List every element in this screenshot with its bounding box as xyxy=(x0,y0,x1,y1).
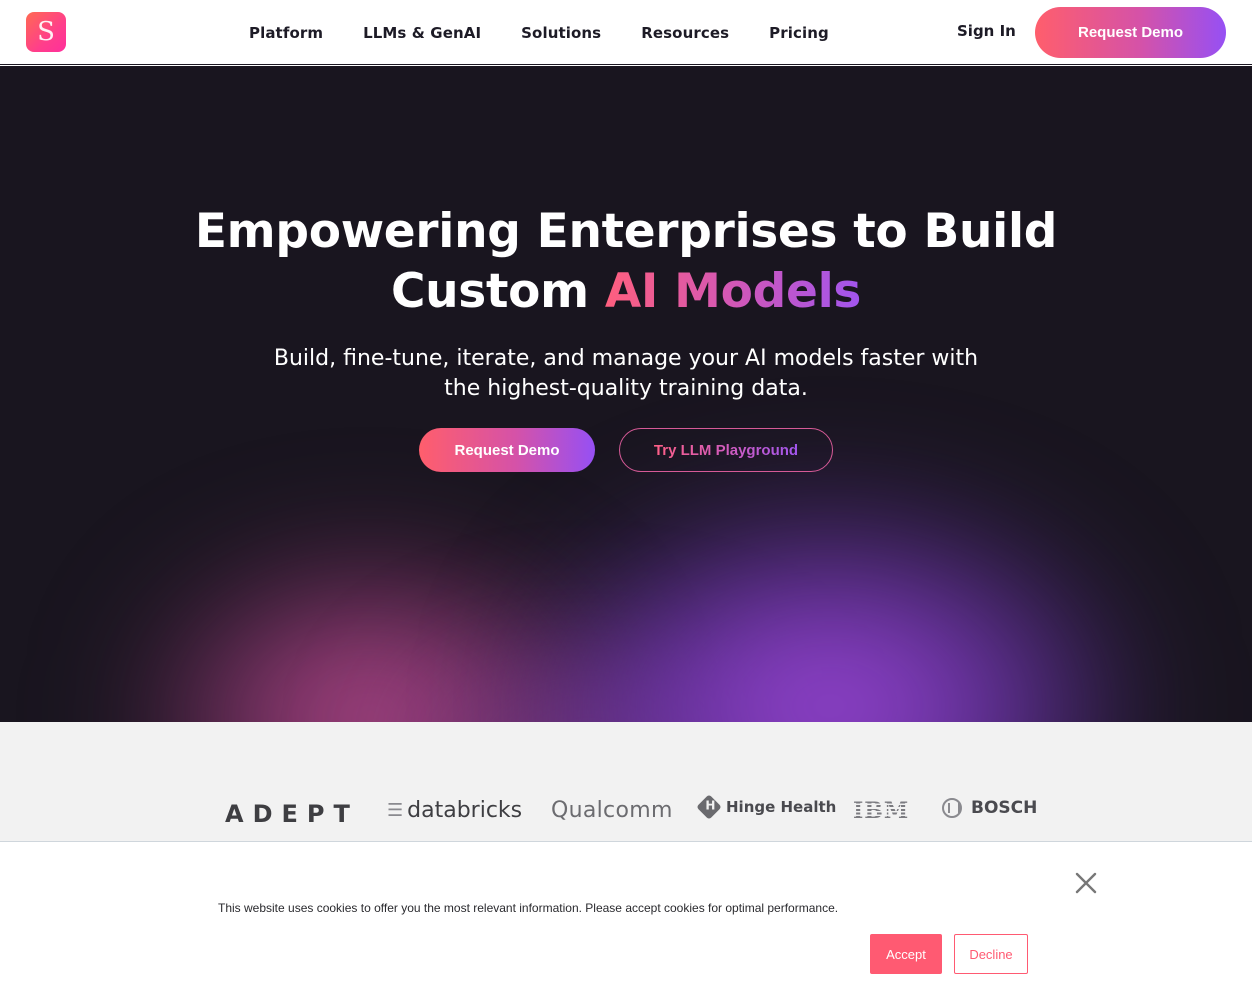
hero-subtitle-line2: the highest-quality training data. xyxy=(444,376,808,401)
logo-ibm: IBM xyxy=(853,798,909,824)
hero-title-line2: Custom xyxy=(390,264,605,319)
hero-section: Empowering Enterprises to Build Custom A… xyxy=(0,66,1252,722)
try-llm-playground-button[interactable]: Try LLM Playground xyxy=(619,428,833,472)
logo-hinge-health: Hinge Health xyxy=(696,794,837,820)
logo-adept: ADEPT xyxy=(225,800,359,828)
top-navigation: S Platform LLMs & GenAI Solutions Resour… xyxy=(0,0,1252,65)
try-llm-playground-label: Try LLM Playground xyxy=(653,441,799,459)
nav-link-llms-genai[interactable]: LLMs & GenAI xyxy=(363,24,481,42)
logo-qualcomm: Qualcomm xyxy=(551,798,673,823)
customer-logos: ADEPT ☰databricks Qualcomm Hinge Health … xyxy=(0,722,1252,842)
hinge-health-icon xyxy=(696,794,722,820)
hero-title-line1: Empowering Enterprises to Build xyxy=(194,204,1058,259)
logo-hinge-health-text: Hinge Health xyxy=(726,798,837,816)
hero-title: Empowering Enterprises to Build Custom A… xyxy=(0,202,1252,322)
nav-link-pricing[interactable]: Pricing xyxy=(769,24,829,42)
nav-link-resources[interactable]: Resources xyxy=(641,24,729,42)
brand-logo-letter: S xyxy=(37,17,55,47)
logo-adept-text: ADEPT xyxy=(225,800,359,828)
close-icon[interactable] xyxy=(1074,871,1098,895)
hero-buttons: Request Demo Try LLM Playground xyxy=(419,428,833,472)
cookie-message: This website uses cookies to offer you t… xyxy=(218,901,839,915)
nav-link-platform[interactable]: Platform xyxy=(249,24,323,42)
hero-request-demo-button[interactable]: Request Demo xyxy=(419,428,595,472)
nav-link-solutions[interactable]: Solutions xyxy=(521,24,601,42)
logo-databricks-text: databricks xyxy=(407,798,523,823)
nav-request-demo-button[interactable]: Request Demo xyxy=(1035,7,1226,58)
logo-ibm-text: IBM xyxy=(853,798,910,824)
hero-title-accent: AI Models xyxy=(604,264,862,319)
sign-in-link[interactable]: Sign In xyxy=(957,22,1016,40)
logo-bosch-text: BOSCH xyxy=(971,798,1038,818)
bosch-armature-icon xyxy=(942,798,962,818)
hero-subtitle-line1: Build, fine-tune, iterate, and manage yo… xyxy=(273,346,979,371)
cookie-decline-button[interactable]: Decline xyxy=(954,934,1028,974)
logo-databricks: ☰ databricks xyxy=(387,798,522,823)
nav-links: Platform LLMs & GenAI Solutions Resource… xyxy=(249,0,869,65)
hero-subtitle: Build, fine-tune, iterate, and manage yo… xyxy=(0,344,1252,404)
cookie-accept-button[interactable]: Accept xyxy=(870,934,942,974)
brand-logo[interactable]: S xyxy=(26,12,66,52)
hero-glow-purple xyxy=(520,496,1140,722)
databricks-stack-icon: ☰ xyxy=(387,800,404,821)
logo-qualcomm-text: Qualcomm xyxy=(551,798,673,823)
logo-bosch: BOSCH xyxy=(942,798,1037,818)
cookie-banner: This website uses cookies to offer you t… xyxy=(0,843,1252,1000)
